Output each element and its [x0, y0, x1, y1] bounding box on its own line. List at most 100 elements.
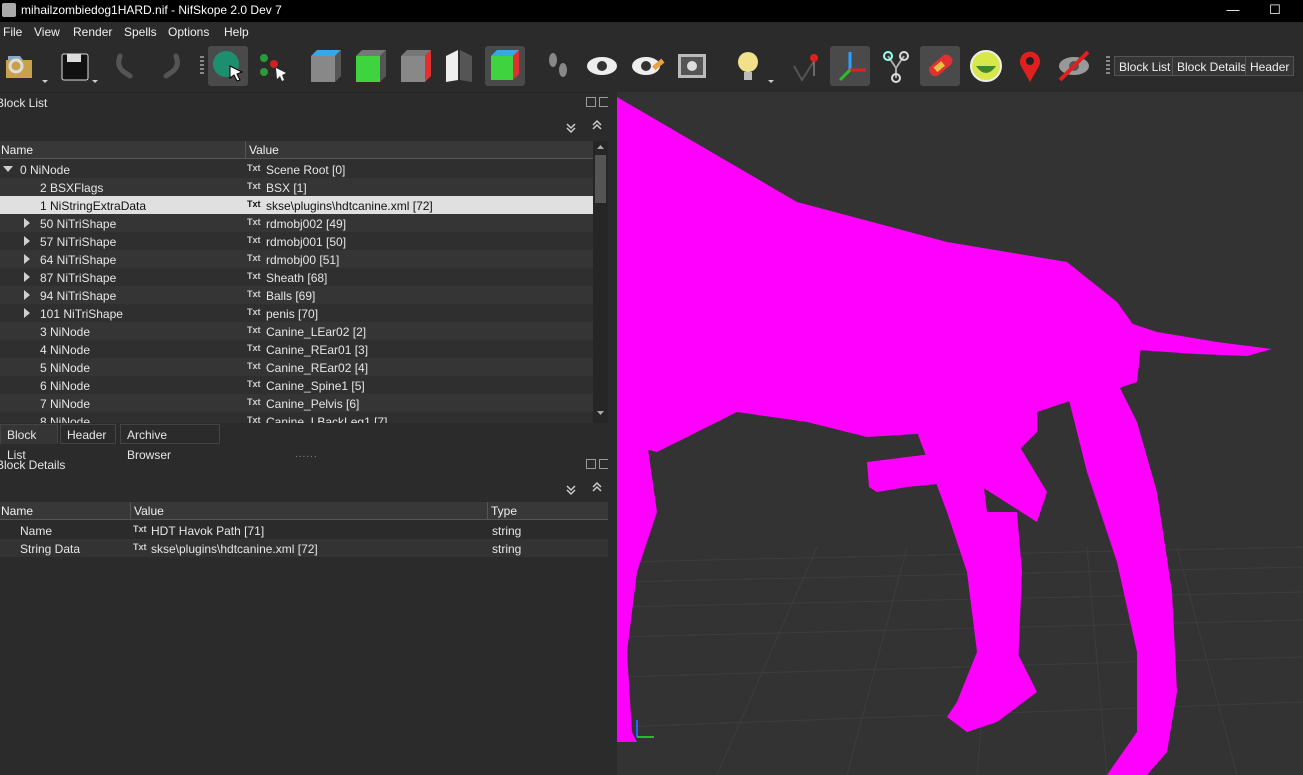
- dock-float-icon[interactable]: [586, 97, 596, 107]
- toolbar-grip[interactable]: [1106, 56, 1110, 76]
- detail-value[interactable]: skse\plugins\hdtcanine.xml [72]: [151, 542, 318, 556]
- tab-header[interactable]: Header: [60, 424, 116, 444]
- table-row[interactable]: 57 NiTriShape Txt rdmobj001 [50]: [0, 232, 593, 250]
- dog-mesh: [617, 97, 1272, 775]
- block-details-header: Name Value Type: [0, 502, 608, 520]
- table-row[interactable]: 7 NiNode Txt Canine_Pelvis [6]: [0, 394, 593, 412]
- collapsed-arrow-icon[interactable]: [24, 290, 30, 300]
- collapsed-arrow-icon[interactable]: [24, 272, 30, 282]
- table-row[interactable]: 5 NiNode Txt Canine_REar02 [4]: [0, 358, 593, 376]
- block-value: BSX [1]: [266, 181, 307, 195]
- expand-all-icon[interactable]: [590, 481, 604, 493]
- menu-spells[interactable]: Spells: [124, 25, 157, 39]
- lighting-icon[interactable]: [730, 46, 774, 86]
- user-view-icon[interactable]: [628, 46, 668, 86]
- block-name: 4 NiNode: [40, 343, 91, 357]
- tab-archive-browser[interactable]: Archive Browser: [120, 424, 220, 462]
- txt-badge: Txt: [133, 524, 147, 534]
- table-row[interactable]: Name Txt HDT Havok Path [71] string: [0, 521, 608, 539]
- block-value: rdmobj002 [49]: [266, 217, 347, 231]
- view-flip-icon[interactable]: [440, 46, 480, 86]
- block-list-scrollbar[interactable]: [593, 141, 608, 423]
- block-details-table[interactable]: Name Value Type Name Txt HDT Havok Path …: [0, 502, 608, 775]
- walk-icon[interactable]: [540, 46, 580, 86]
- screenshot-icon[interactable]: [673, 46, 713, 86]
- table-row[interactable]: 101 NiTriShape Txt penis [70]: [0, 304, 593, 322]
- redo-icon[interactable]: [150, 46, 190, 86]
- table-row[interactable]: String Data Txt skse\plugins\hdtcanine.x…: [0, 539, 608, 557]
- view-front-icon[interactable]: [350, 46, 390, 86]
- collapsed-arrow-icon[interactable]: [24, 308, 30, 318]
- save-icon[interactable]: [58, 46, 98, 86]
- menu-view[interactable]: View: [34, 25, 60, 39]
- collapse-all-icon[interactable]: [564, 122, 578, 134]
- column-value[interactable]: Value: [249, 143, 279, 157]
- table-row[interactable]: 94 NiTriShape Txt Balls [69]: [0, 286, 593, 304]
- block-list-tree[interactable]: Name Value 0 NiNode Txt Scene Root [0] 2 BS…: [0, 141, 608, 423]
- app-icon: [2, 3, 16, 17]
- select-vertex-icon[interactable]: [252, 46, 292, 86]
- detail-name: Name: [20, 524, 53, 538]
- detail-value[interactable]: HDT Havok Path [71]: [151, 524, 264, 538]
- view-side-icon[interactable]: [395, 46, 435, 86]
- normals-icon[interactable]: [786, 46, 826, 86]
- ground-grid: [617, 546, 1303, 775]
- panel-splitter[interactable]: [608, 92, 617, 775]
- table-row[interactable]: 3 NiNode Txt Canine_LEar02 [2]: [0, 322, 593, 340]
- table-row[interactable]: 50 NiTriShape Txt rdmobj002 [49]: [0, 214, 593, 232]
- markers-icon[interactable]: [1010, 46, 1050, 86]
- minimize-button[interactable]: —: [1213, 0, 1253, 22]
- origin-axes: [636, 720, 654, 738]
- collapsed-arrow-icon[interactable]: [24, 254, 30, 264]
- menu-options[interactable]: Options: [168, 25, 209, 39]
- dock-splitter-handle[interactable]: ......: [295, 449, 318, 460]
- collapsed-arrow-icon[interactable]: [24, 236, 30, 246]
- table-row[interactable]: 8 NiNode Txt Canine_LBackLeg1 [7]: [0, 412, 593, 423]
- axes-icon[interactable]: [830, 46, 870, 86]
- table-row[interactable]: 6 NiNode Txt Canine_Spine1 [5]: [0, 376, 593, 394]
- column-name[interactable]: Name: [1, 143, 33, 157]
- table-row[interactable]: 2 BSXFlags Txt BSX [1]: [0, 178, 593, 196]
- menu-render[interactable]: Render: [73, 25, 112, 39]
- collapse-all-icon[interactable]: [564, 484, 578, 496]
- open-icon[interactable]: [2, 46, 48, 86]
- toolbar-grip[interactable]: [200, 56, 204, 76]
- render-viewport[interactable]: [617, 92, 1303, 775]
- view-perspective-icon[interactable]: [485, 46, 525, 86]
- block-details-toggle[interactable]: Block Details: [1172, 56, 1252, 76]
- block-name: 2 BSXFlags: [40, 181, 104, 195]
- block-name: 64 NiTriShape: [40, 253, 117, 267]
- expand-all-icon[interactable]: [590, 119, 604, 131]
- menu-help[interactable]: Help: [224, 25, 249, 39]
- collapsed-arrow-icon[interactable]: [24, 218, 30, 228]
- furniture-icon[interactable]: [966, 46, 1006, 86]
- hidden-icon[interactable]: [1054, 46, 1094, 86]
- table-row[interactable]: 87 NiTriShape Txt Sheath [68]: [0, 268, 593, 286]
- tab-block-list[interactable]: Block List: [0, 424, 58, 462]
- table-row[interactable]: 4 NiNode Txt Canine_REar01 [3]: [0, 340, 593, 358]
- block-details-dock-title: Block Details: [0, 458, 66, 472]
- title-bar: mihailzombiedog1HARD.nif - NifSkope 2.0 …: [0, 0, 1303, 22]
- view-icon[interactable]: [582, 46, 622, 86]
- havok-icon[interactable]: [920, 46, 960, 86]
- header-toggle[interactable]: Header: [1245, 56, 1295, 76]
- column-value[interactable]: Value: [134, 504, 164, 518]
- block-value: Scene Root [0]: [266, 163, 346, 177]
- dock-float-icon[interactable]: [586, 459, 596, 469]
- menu-file[interactable]: File: [3, 25, 22, 39]
- block-list-toggle[interactable]: Block List: [1114, 56, 1176, 76]
- table-row[interactable]: 1 NiStringExtraData Txt skse\plugins\hdtca…: [0, 196, 593, 214]
- column-type[interactable]: Type: [491, 504, 517, 518]
- detail-name: String Data: [20, 542, 81, 556]
- column-name[interactable]: Name: [1, 504, 33, 518]
- table-row[interactable]: 64 NiTriShape Txt rdmobj00 [51]: [0, 250, 593, 268]
- table-row[interactable]: 0 NiNode Txt Scene Root [0]: [0, 160, 593, 178]
- select-object-icon[interactable]: [208, 46, 248, 86]
- undo-icon[interactable]: [108, 46, 148, 86]
- block-name: 1 NiStringExtraData: [40, 199, 147, 213]
- txt-badge: Txt: [247, 325, 261, 335]
- view-top-icon[interactable]: [305, 46, 345, 86]
- nodes-icon[interactable]: [876, 46, 916, 86]
- maximize-button[interactable]: ☐: [1255, 0, 1295, 22]
- expanded-arrow-icon[interactable]: [3, 166, 13, 172]
